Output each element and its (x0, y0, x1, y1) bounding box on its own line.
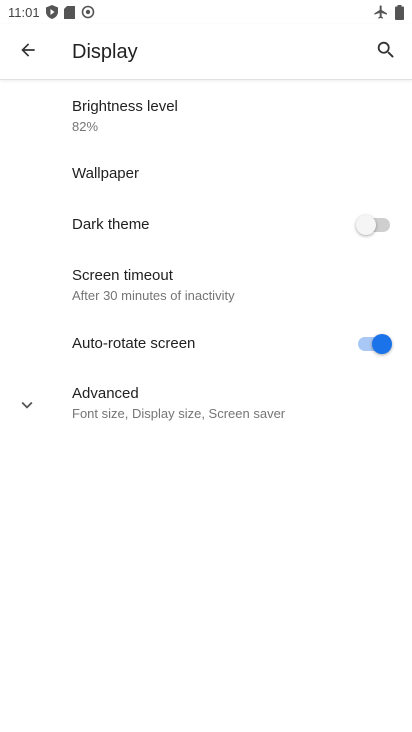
search-button[interactable] (362, 28, 410, 76)
sync-icon (81, 5, 95, 19)
item-summary: 82% (72, 119, 99, 134)
auto-rotate-item[interactable]: Auto-rotate screen (0, 334, 412, 374)
chevron-down-icon (16, 394, 38, 421)
battery-icon (395, 4, 404, 20)
item-summary: After 30 minutes of inactivity (72, 288, 235, 303)
screen-timeout-item[interactable]: Screen timeout After 30 minutes of inact… (0, 266, 412, 316)
dark-theme-item[interactable]: Dark theme (0, 215, 412, 255)
item-title: Screen timeout (72, 267, 173, 284)
brightness-level-item[interactable]: Brightness level 82% (0, 97, 412, 147)
status-time: 11:01 (8, 4, 40, 20)
item-title: Brightness level (72, 98, 178, 115)
auto-rotate-toggle[interactable] (358, 334, 392, 354)
status-bar: 11:01 (0, 0, 412, 24)
airplane-mode-icon (373, 4, 389, 20)
play-protect-icon (45, 5, 58, 19)
app-bar: Display (0, 24, 412, 80)
wallpaper-item[interactable]: Wallpaper (0, 164, 412, 204)
arrow-back-icon (18, 40, 38, 65)
sd-card-icon (63, 5, 75, 19)
toggle-thumb (372, 334, 392, 354)
toggle-thumb (356, 215, 376, 235)
advanced-item[interactable]: Advanced Font size, Display size, Screen… (0, 384, 412, 434)
search-icon (375, 39, 397, 66)
page-title: Display (72, 41, 138, 63)
item-summary: Font size, Display size, Screen saver (72, 406, 286, 421)
dark-theme-toggle[interactable] (356, 215, 390, 235)
item-title: Advanced (72, 385, 139, 402)
item-title: Wallpaper (72, 165, 139, 182)
back-button[interactable] (4, 28, 52, 76)
